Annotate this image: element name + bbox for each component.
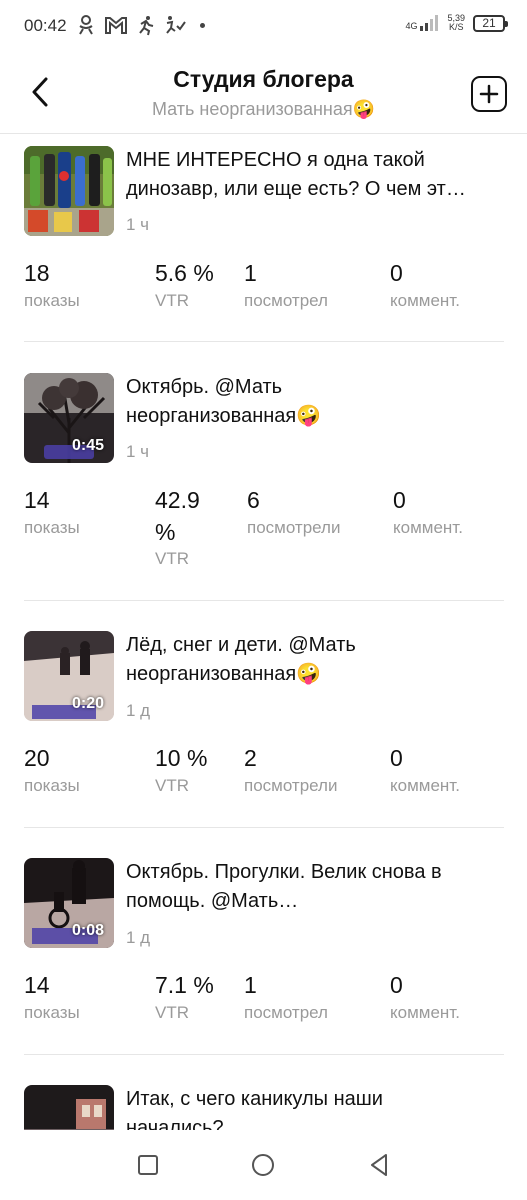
video-duration: 0:45	[71, 437, 104, 454]
post-thumbnail[interactable]	[24, 146, 114, 236]
network-indicator: 4G	[405, 15, 439, 31]
more-notifications-dot	[200, 22, 205, 28]
divider	[24, 1054, 504, 1055]
network-type: 4G	[405, 21, 418, 31]
divider	[24, 341, 504, 342]
vtr-label: VTR	[155, 291, 189, 310]
video-duration: 0:20	[71, 695, 104, 712]
video-duration: 0:08	[71, 922, 104, 939]
notification-icons	[76, 14, 205, 36]
vtr-value: 42.9	[155, 487, 200, 513]
impressions-label: показы	[24, 776, 80, 795]
add-button[interactable]	[471, 76, 507, 112]
post-title[interactable]: МНЕ ИНТЕРЕСНО я одна такой динозавр, или…	[126, 146, 496, 204]
post-thumbnail[interactable]	[24, 1085, 114, 1130]
post-thumbnail[interactable]: 0:45	[24, 373, 114, 463]
winter-street-image	[24, 1085, 114, 1130]
vtr-value-unit: %	[155, 519, 176, 545]
status-time: 00:42	[24, 16, 67, 35]
soda-bottles-image	[24, 146, 114, 236]
page-subtitle: Мать неорганизованная🤪	[151, 99, 376, 119]
comments-label: коммент.	[393, 518, 463, 537]
gmail-icon	[105, 17, 127, 34]
impressions-value: 14	[24, 487, 50, 513]
network-speed: 5,39 K/S	[447, 14, 465, 32]
post-time: 1 ч	[126, 442, 150, 461]
back-nav-button[interactable]	[364, 1150, 394, 1180]
triangle-back-icon	[371, 1154, 388, 1176]
status-right: 4G 5,39 K/S 21	[405, 14, 508, 32]
vtr-label: VTR	[155, 549, 189, 568]
comments-value: 0	[390, 745, 403, 771]
comments-value: 0	[390, 972, 403, 998]
impressions-value: 20	[24, 745, 50, 771]
impressions-label: показы	[24, 291, 80, 310]
impressions-value: 18	[24, 260, 50, 286]
vtr-value: 10 %	[155, 745, 208, 771]
impressions-label: показы	[24, 518, 80, 537]
post-time: 1 ч	[126, 215, 150, 234]
comments-value: 0	[393, 487, 406, 513]
divider	[24, 600, 504, 601]
vtr-value: 7.1 %	[155, 972, 214, 998]
plus-icon	[479, 84, 499, 104]
divider	[24, 827, 504, 828]
post-title[interactable]: Итак, с чего каникулы наши начались?	[126, 1085, 496, 1130]
running-icon	[139, 16, 154, 36]
viewers-value: 1	[244, 260, 257, 286]
impressions-label: показы	[24, 1003, 80, 1022]
viewers-label: посмотрел	[244, 1003, 328, 1022]
post-title[interactable]: Октябрь. @Мать неорганизованная🤪	[126, 373, 496, 431]
post-title[interactable]: Лёд, снег и дети. @Мать неорганизованная…	[126, 631, 496, 689]
post-time: 1 д	[126, 701, 151, 720]
comments-label: коммент.	[390, 291, 460, 310]
circle-icon	[252, 1154, 275, 1176]
post-time: 1 д	[126, 928, 151, 947]
signal-icon	[420, 15, 439, 31]
app-header: Студия блогера Мать неорганизованная🤪	[0, 54, 527, 134]
speed-unit: K/S	[448, 22, 464, 32]
activity-check-icon	[166, 16, 186, 34]
vtr-label: VTR	[155, 776, 189, 795]
comments-value: 0	[390, 260, 403, 286]
vtr-value: 5.6 %	[155, 260, 214, 286]
comments-label: коммент.	[390, 776, 460, 795]
viewers-value: 1	[244, 972, 257, 998]
system-nav-bar	[0, 1130, 527, 1200]
viewers-label: посмотрели	[247, 518, 341, 537]
home-button[interactable]	[248, 1150, 278, 1180]
impressions-value: 14	[24, 972, 50, 998]
post-thumbnail[interactable]: 0:08	[24, 858, 114, 948]
posts-list[interactable]: МНЕ ИНТЕРЕСНО я одна такой динозавр, или…	[0, 135, 527, 1130]
post-thumbnail[interactable]: 0:20	[24, 631, 114, 721]
vtr-label: VTR	[155, 1003, 189, 1022]
viewers-label: посмотрели	[244, 776, 338, 795]
viewers-label: посмотрел	[244, 291, 328, 310]
recent-apps-button[interactable]	[133, 1150, 163, 1180]
square-icon	[137, 1155, 158, 1175]
comments-label: коммент.	[390, 1003, 460, 1022]
viewers-value: 6	[247, 487, 260, 513]
post-title[interactable]: Октябрь. Прогулки. Велик снова в помощь.…	[126, 858, 496, 916]
status-bar: 00:42 4G 5,39 K/S 21	[0, 0, 527, 54]
battery-icon: 21	[473, 14, 508, 32]
odnoklassniki-icon	[79, 15, 93, 35]
viewers-value: 2	[244, 745, 257, 771]
page-title: Студия блогера	[173, 66, 354, 92]
